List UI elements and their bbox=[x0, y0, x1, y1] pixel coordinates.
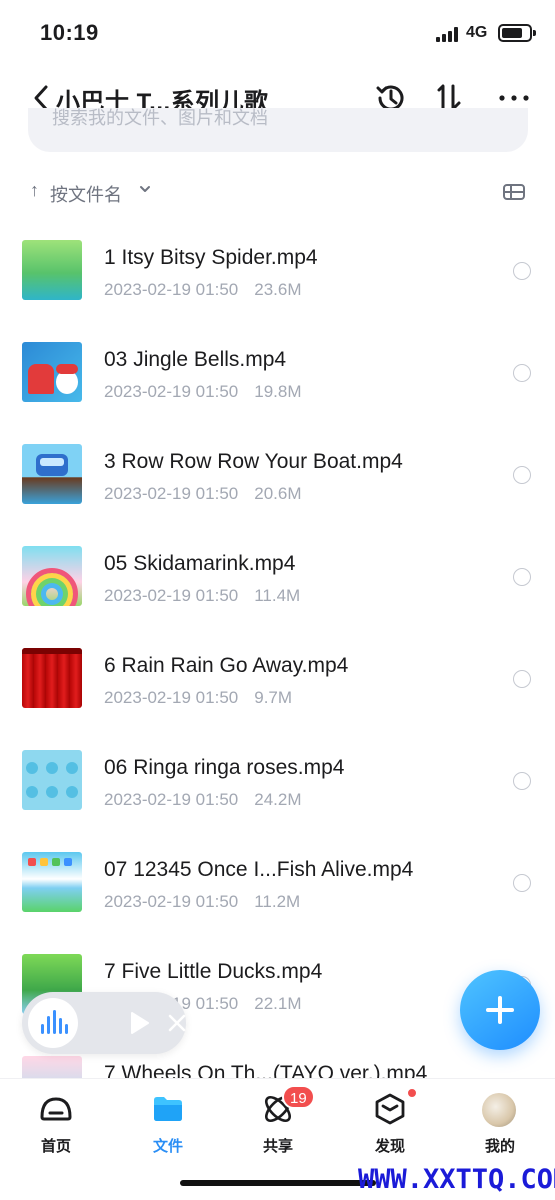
sort-row: ↑ 按文件名 bbox=[0, 172, 555, 212]
tab-label: 共享 bbox=[262, 1138, 293, 1155]
folder-icon bbox=[154, 1097, 182, 1121]
video-thumbnail bbox=[22, 852, 82, 912]
tab-discover[interactable]: 发现 bbox=[350, 1087, 430, 1157]
tab-me[interactable]: 我的 bbox=[460, 1087, 540, 1157]
close-icon[interactable] bbox=[166, 1012, 188, 1034]
notification-badge: 19 bbox=[282, 1085, 315, 1109]
file-date: 2023-02-19 01:50 bbox=[104, 382, 239, 401]
list-item[interactable]: 07 12345 Once I...Fish Alive.mp4 2023-02… bbox=[0, 830, 555, 932]
file-meta: 2023-02-19 01:50 24.2M bbox=[104, 790, 301, 810]
select-radio[interactable] bbox=[513, 364, 531, 382]
file-date: 2023-02-19 01:50 bbox=[104, 586, 239, 605]
file-meta: 2023-02-19 01:50 11.2M bbox=[104, 892, 300, 912]
video-thumbnail bbox=[22, 240, 82, 300]
tab-label: 发现 bbox=[374, 1138, 405, 1155]
file-date: 2023-02-19 01:50 bbox=[104, 484, 239, 503]
watermark-text: WWW.XXTTQ.COM bbox=[358, 1164, 555, 1195]
select-radio[interactable] bbox=[513, 772, 531, 790]
notification-dot bbox=[406, 1087, 418, 1099]
battery-icon bbox=[498, 24, 536, 42]
file-name: 3 Row Row Row Your Boat.mp4 bbox=[104, 450, 403, 473]
avatar bbox=[482, 1093, 516, 1127]
file-name: 07 12345 Once I...Fish Alive.mp4 bbox=[104, 858, 414, 881]
mini-player[interactable] bbox=[22, 992, 186, 1054]
home-icon bbox=[40, 1097, 72, 1121]
tab-home[interactable]: 首页 bbox=[16, 1087, 96, 1157]
cube-icon bbox=[375, 1093, 405, 1125]
video-thumbnail bbox=[22, 750, 82, 810]
list-item[interactable]: 1 Itsy Bitsy Spider.mp4 2023-02-19 01:50… bbox=[0, 218, 555, 320]
sort-label[interactable]: 按文件名 bbox=[50, 181, 122, 207]
file-name: 05 Skidamarink.mp4 bbox=[104, 552, 296, 575]
file-size: 9.7M bbox=[254, 688, 293, 707]
file-list: 1 Itsy Bitsy Spider.mp4 2023-02-19 01:50… bbox=[0, 218, 555, 1078]
add-button[interactable] bbox=[460, 970, 540, 1050]
select-radio[interactable] bbox=[513, 874, 531, 892]
search-input[interactable]: 搜索我的文件、图片和文档 bbox=[28, 108, 528, 152]
file-size: 11.2M bbox=[254, 892, 301, 911]
file-meta: 2023-02-19 01:50 20.6M bbox=[104, 484, 301, 504]
list-item[interactable]: 3 Row Row Row Your Boat.mp4 2023-02-19 0… bbox=[0, 422, 555, 524]
file-size: 24.2M bbox=[254, 790, 302, 809]
file-name: 06 Ringa ringa roses.mp4 bbox=[104, 756, 345, 779]
select-radio[interactable] bbox=[513, 670, 531, 688]
network-type: 4G bbox=[466, 24, 488, 41]
select-radio[interactable] bbox=[513, 466, 531, 484]
file-meta: 2023-02-19 01:50 23.6M bbox=[104, 280, 301, 300]
list-item[interactable]: 05 Skidamarink.mp4 2023-02-19 01:50 11.4M bbox=[0, 524, 555, 626]
list-item[interactable]: 03 Jingle Bells.mp4 2023-02-19 01:50 19.8… bbox=[0, 320, 555, 422]
signal-icon bbox=[436, 26, 460, 42]
file-date: 2023-02-19 01:50 bbox=[104, 688, 239, 707]
status-bar: 10:19 4G bbox=[0, 0, 555, 66]
list-item[interactable]: 06 Ringa ringa roses.mp4 2023-02-19 01:5… bbox=[0, 728, 555, 830]
file-date: 2023-02-19 01:50 bbox=[104, 280, 239, 299]
video-thumbnail bbox=[22, 546, 82, 606]
play-icon[interactable] bbox=[126, 1010, 152, 1036]
tab-label: 文件 bbox=[152, 1138, 183, 1155]
file-meta: 2023-02-19 01:50 19.8M bbox=[104, 382, 301, 402]
file-date: 2023-02-19 01:50 bbox=[104, 892, 239, 911]
view-layout-icon[interactable] bbox=[502, 182, 526, 202]
select-radio[interactable] bbox=[513, 262, 531, 280]
tab-files[interactable]: 文件 bbox=[128, 1087, 208, 1157]
status-time: 10:19 bbox=[40, 20, 99, 45]
file-size: 11.4M bbox=[254, 586, 301, 605]
file-size: 23.6M bbox=[254, 280, 302, 299]
tab-label: 首页 bbox=[40, 1138, 71, 1155]
tab-bar: 首页 文件 19 共享 发现 我的 bbox=[0, 1078, 555, 1168]
video-thumbnail bbox=[22, 1056, 82, 1078]
file-meta: 2023-02-19 01:50 11.4M bbox=[104, 586, 300, 606]
video-thumbnail bbox=[22, 342, 82, 402]
file-meta: 2023-02-19 01:50 9.7M bbox=[104, 688, 292, 708]
file-size: 20.6M bbox=[254, 484, 302, 503]
chevron-down-icon[interactable] bbox=[138, 182, 152, 196]
list-item[interactable]: 6 Rain Rain Go Away.mp4 2023-02-19 01:50… bbox=[0, 626, 555, 728]
file-name: 1 Itsy Bitsy Spider.mp4 bbox=[104, 246, 318, 269]
file-name: 7 Five Little Ducks.mp4 bbox=[104, 960, 323, 983]
select-radio[interactable] bbox=[513, 568, 531, 586]
tab-share[interactable]: 19 共享 bbox=[238, 1085, 318, 1157]
video-thumbnail bbox=[22, 648, 82, 708]
file-date: 2023-02-19 01:50 bbox=[104, 790, 239, 809]
sort-direction-icon[interactable]: ↑ bbox=[30, 180, 39, 201]
audio-wave-icon[interactable] bbox=[28, 998, 78, 1048]
video-thumbnail bbox=[22, 444, 82, 504]
home-indicator bbox=[180, 1180, 376, 1186]
file-name: 7 Wheels On Th...(TAYO ver.).mp4 bbox=[104, 1062, 428, 1078]
file-name: 03 Jingle Bells.mp4 bbox=[104, 348, 287, 371]
file-name: 6 Rain Rain Go Away.mp4 bbox=[104, 654, 349, 677]
tab-label: 我的 bbox=[484, 1138, 515, 1155]
file-size: 19.8M bbox=[254, 382, 302, 401]
search-placeholder: 搜索我的文件、图片和文档 bbox=[52, 108, 268, 128]
file-size: 22.1M bbox=[254, 994, 302, 1013]
